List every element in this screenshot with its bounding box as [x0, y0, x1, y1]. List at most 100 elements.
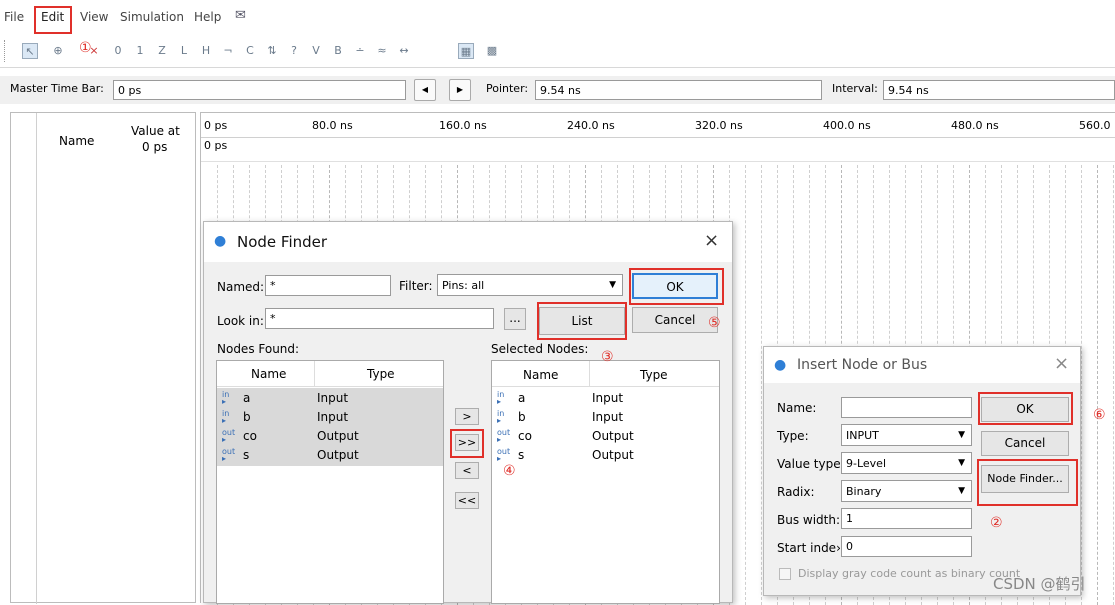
chevron-down-icon: ▼	[958, 430, 965, 440]
value-type-select[interactable]: 9-Level ▼	[841, 452, 972, 474]
grid-icon[interactable]: ▦	[458, 43, 474, 59]
gray-code-label: Display gray code count as binary count	[798, 567, 1021, 580]
menu-simulation[interactable]: Simulation	[120, 10, 184, 24]
move-left-button[interactable]: <	[455, 462, 479, 479]
move-right-button[interactable]: >	[455, 408, 479, 425]
nodes-found-label: Nodes Found:	[217, 342, 300, 356]
selected-nodes-list[interactable]: Name Type in ▸ a Input in ▸ b Input out ▸ co Outp…	[491, 360, 720, 604]
look-in-label: Look in:	[217, 314, 264, 328]
snap-grid-icon[interactable]: ≈	[374, 43, 390, 59]
list-item[interactable]: in ▸ b Input	[219, 408, 441, 427]
signal-panel-divider	[36, 113, 37, 604]
list-item[interactable]: out ▸ co Output	[219, 427, 441, 446]
input-pin-icon: in ▸	[222, 409, 230, 425]
annotation-6: ⑥	[1093, 407, 1106, 423]
close-icon[interactable]: ×	[1054, 353, 1069, 374]
list-item[interactable]: out ▸ s Output	[219, 446, 441, 465]
filter-select-value: Pins: all	[442, 279, 485, 292]
arbitrary-icon[interactable]: B	[330, 43, 346, 59]
node-finder-title: Node Finder	[237, 233, 328, 251]
weak-low-icon[interactable]: L	[176, 43, 192, 59]
time-tick: 160.0 ns	[439, 119, 487, 132]
clock-icon[interactable]: ⇅	[264, 43, 280, 59]
random-icon[interactable]: ?	[286, 43, 302, 59]
move-all-left-button[interactable]: <<	[455, 492, 479, 509]
zoom-tool-icon[interactable]: ⊕	[50, 43, 66, 59]
col-name-header: Name	[251, 367, 287, 381]
next-transition-button[interactable]: ▶	[449, 79, 471, 101]
col-name-header: Name	[523, 368, 559, 382]
type-select-value: INPUT	[846, 429, 879, 442]
annotation-box-list	[537, 302, 627, 340]
grid-line	[745, 165, 746, 605]
output-pin-icon: out ▸	[222, 428, 236, 444]
nodes-found-list[interactable]: Name Type in ▸ a Input in ▸ b Input out ▸ co Outp…	[216, 360, 444, 604]
node-type: Input	[592, 391, 624, 405]
column-divider	[314, 361, 315, 387]
named-input[interactable]: *	[265, 275, 391, 296]
node-type: Output	[317, 429, 359, 443]
time-tick: 0 ps	[204, 119, 228, 132]
radix-select-value: Binary	[846, 485, 882, 498]
value-icon[interactable]: V	[308, 43, 324, 59]
cancel-button[interactable]: Cancel	[632, 307, 718, 333]
close-icon[interactable]: ×	[704, 230, 719, 251]
type-label: Type:	[777, 429, 809, 443]
list-item[interactable]: in ▸ b Input	[494, 408, 716, 427]
align-icon[interactable]: ↔	[396, 43, 412, 59]
browse-button[interactable]: ...	[504, 308, 526, 330]
name-label: Name:	[777, 401, 817, 415]
grid-line	[1113, 165, 1114, 605]
feedback-icon[interactable]: ✉	[235, 8, 246, 23]
chevron-down-icon: ▼	[609, 280, 616, 290]
annotation-2: ②	[990, 515, 1003, 531]
annotation-box-node-finder	[977, 459, 1078, 506]
invert-icon[interactable]: ¬	[220, 43, 236, 59]
node-name: s	[243, 448, 250, 462]
annotation-4: ④	[503, 463, 516, 479]
menu-help[interactable]: Help	[194, 10, 221, 24]
list-item[interactable]: in ▸ a Input	[494, 389, 716, 408]
cancel-button[interactable]: Cancel	[981, 431, 1069, 456]
input-pin-icon: in ▸	[497, 409, 505, 425]
menu-view[interactable]: View	[80, 10, 108, 24]
col-type-header: Type	[367, 367, 395, 381]
interval-field: 9.54 ns	[883, 80, 1115, 100]
chevron-down-icon: ▼	[958, 458, 965, 468]
insert-node-dialog: ● Insert Node or Bus × Name: Type: INPUT…	[763, 346, 1081, 596]
z-icon[interactable]: Z	[154, 43, 170, 59]
signal-list-panel: Name Value at 0 ps	[10, 112, 196, 604]
menu-file[interactable]: File	[4, 10, 24, 24]
start-index-input[interactable]: 0	[841, 536, 972, 557]
pointer-label: Pointer:	[486, 82, 529, 95]
list-item[interactable]: in ▸ a Input	[219, 389, 441, 408]
time-tick: 400.0 ns	[823, 119, 871, 132]
pointer-tool-icon[interactable]: ↖	[22, 43, 38, 59]
snap-icon[interactable]: ∸	[352, 43, 368, 59]
look-in-input[interactable]: *	[265, 308, 494, 329]
annotation-1: ①	[79, 40, 92, 56]
output-pin-icon: out ▸	[497, 447, 511, 463]
list-item[interactable]: out ▸ co Output	[494, 427, 716, 446]
previous-transition-button[interactable]: ◀	[414, 79, 436, 101]
grid-line	[761, 165, 762, 605]
master-time-field[interactable]: 0 ps	[113, 80, 406, 100]
list-item[interactable]: out ▸ s Output	[494, 446, 716, 465]
name-input[interactable]	[841, 397, 972, 418]
count-icon[interactable]: C	[242, 43, 258, 59]
group-icon[interactable]: ▩	[484, 43, 500, 59]
low-icon[interactable]: 0	[110, 43, 126, 59]
filter-select[interactable]: Pins: all ▼	[437, 274, 623, 296]
annotation-3: ③	[601, 349, 614, 365]
insert-node-app-icon: ●	[774, 357, 787, 373]
radix-select[interactable]: Binary ▼	[841, 480, 972, 502]
master-time-bar: Master Time Bar: 0 ps ◀ ▶ Pointer: 9.54 …	[0, 76, 1115, 104]
type-select[interactable]: INPUT ▼	[841, 424, 972, 446]
weak-high-icon[interactable]: H	[198, 43, 214, 59]
high-icon[interactable]: 1	[132, 43, 148, 59]
gray-code-checkbox[interactable]	[779, 568, 791, 580]
value-column-time: 0 ps	[142, 140, 168, 154]
node-type: Output	[592, 448, 634, 462]
node-name: b	[243, 410, 251, 424]
bus-width-input[interactable]: 1	[841, 508, 972, 529]
